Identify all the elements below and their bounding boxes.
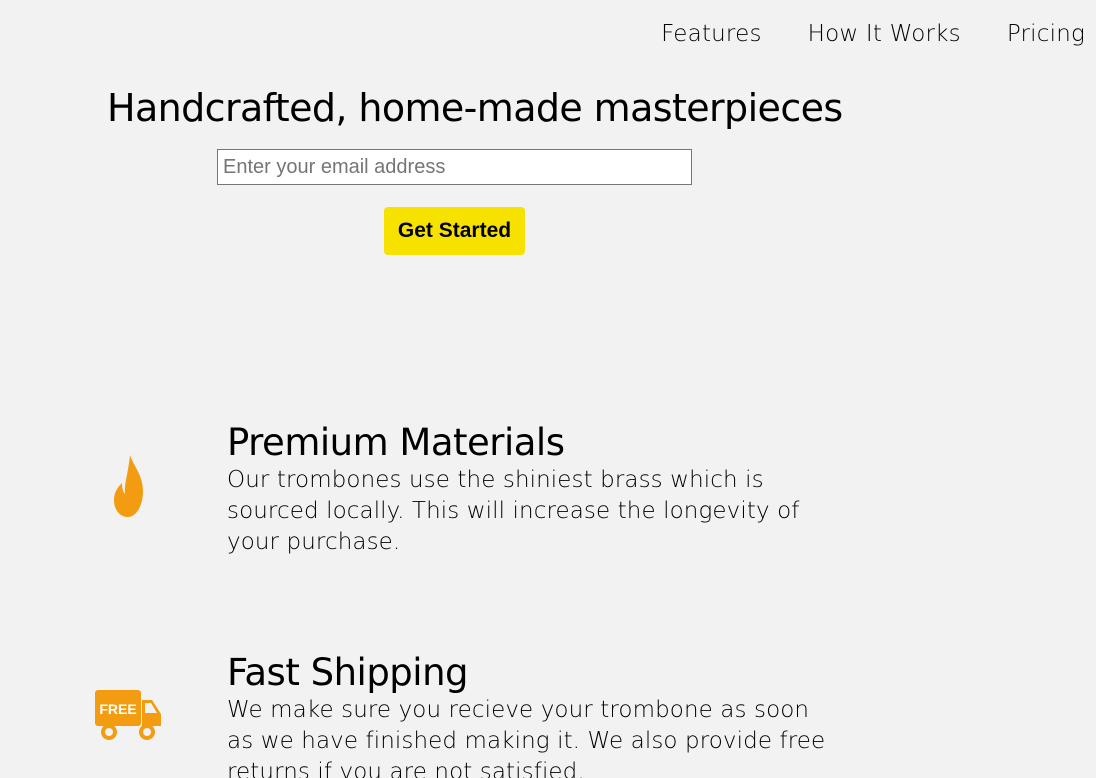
feature-title: Fast Shipping xyxy=(227,651,469,694)
feature-description: Our trombones use the shiniest brass whi… xyxy=(227,467,800,555)
nav-bar: Features How It Works Pricing xyxy=(661,18,1085,50)
feature-premium-materials: Premium Materials Our trombones use the … xyxy=(0,420,1096,570)
feature-description: We make sure you recieve your trombone a… xyxy=(227,697,826,778)
feature-fast-shipping: FREE Fast Shipping We make sure you reci… xyxy=(0,650,1096,778)
truck-icon-label: FREE xyxy=(99,701,136,717)
nav-link-pricing[interactable]: Pricing xyxy=(1007,18,1085,50)
feature-title: Premium Materials xyxy=(227,421,565,464)
hero-title: Handcrafted, home-made masterpieces xyxy=(107,86,843,130)
get-started-button[interactable]: Get Started xyxy=(384,207,525,255)
flame-icon xyxy=(114,455,143,517)
landing-page: Features How It Works Pricing Handcrafte… xyxy=(0,0,1096,778)
nav-link-features[interactable]: Features xyxy=(661,18,762,50)
email-input[interactable] xyxy=(217,149,692,185)
nav-link-how-it-works[interactable]: How It Works xyxy=(808,18,961,50)
truck-icon: FREE xyxy=(95,690,161,740)
